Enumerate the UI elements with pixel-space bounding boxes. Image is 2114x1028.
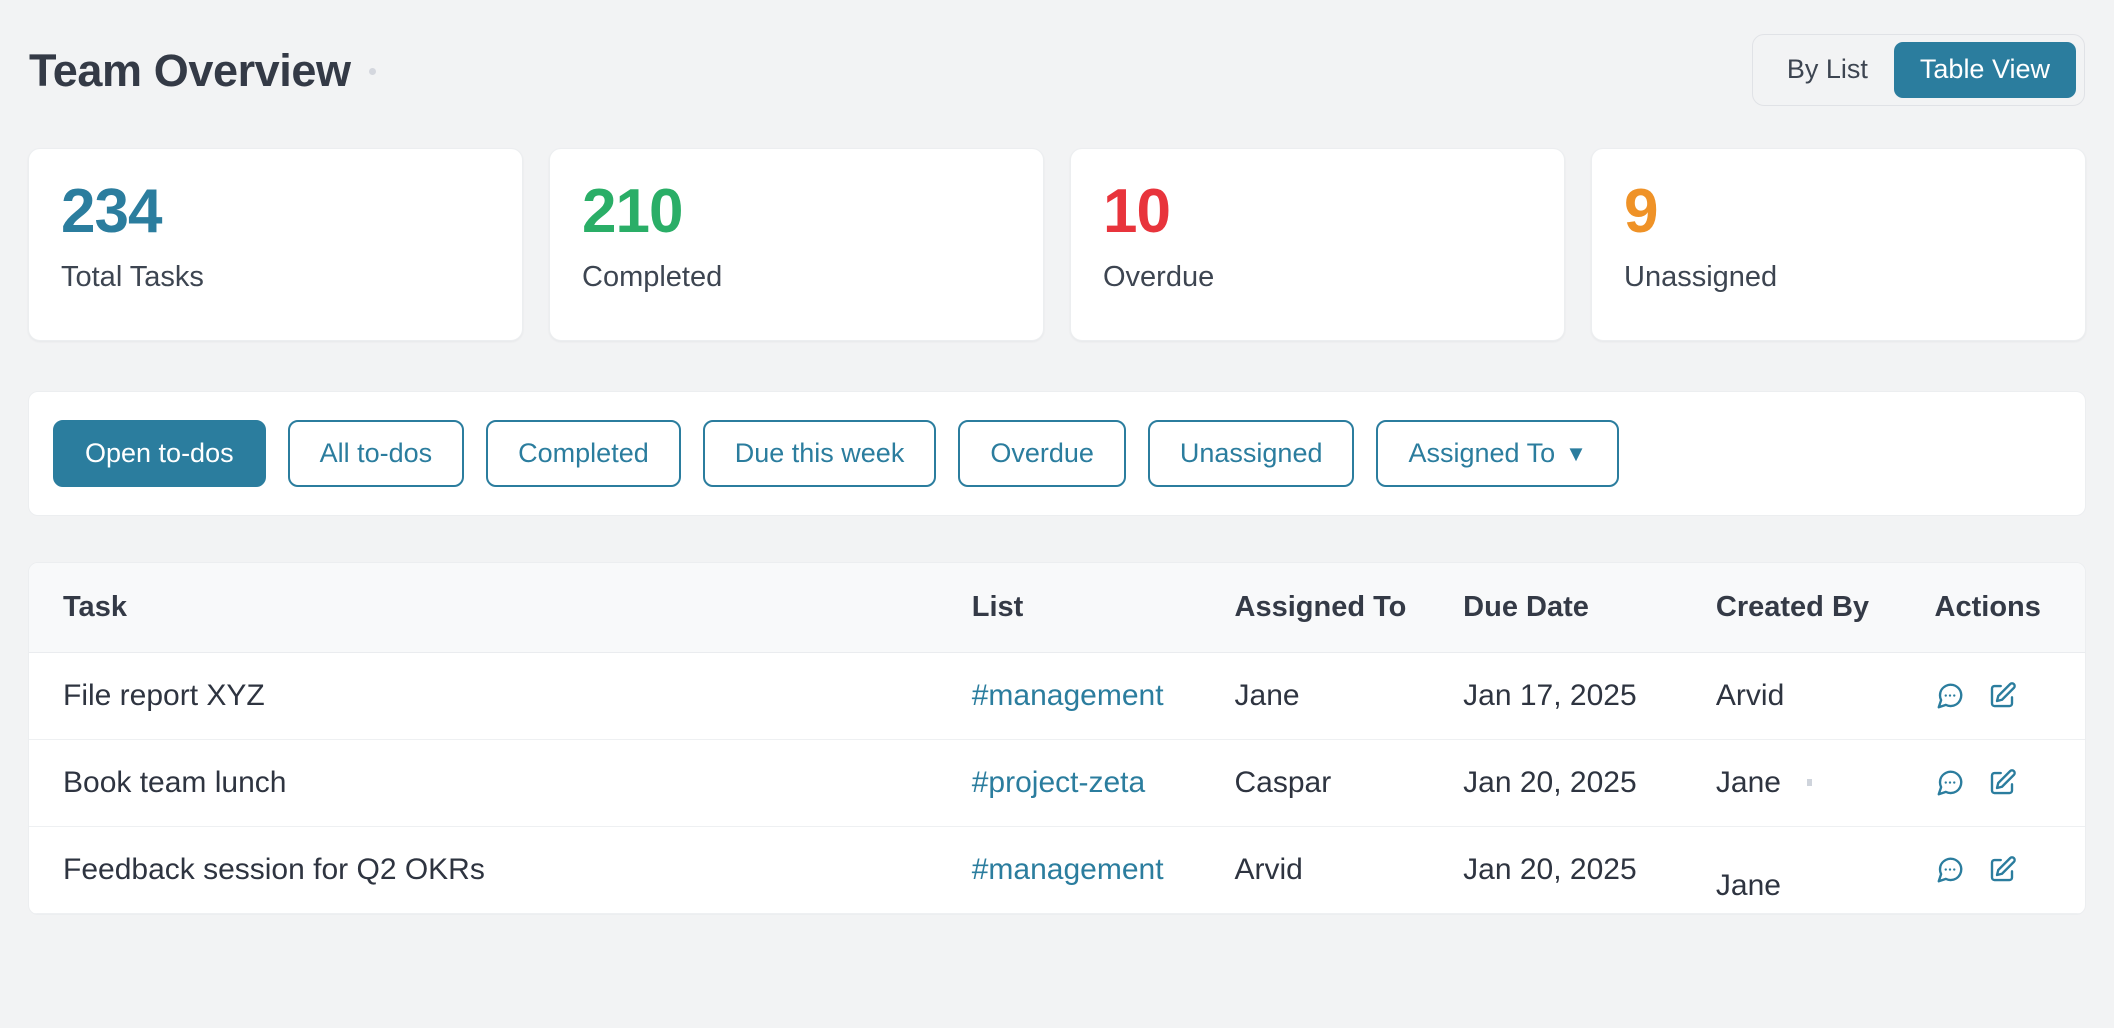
- cell-created-by: Jane: [1715, 826, 1935, 915]
- cell-due-date: Jan 17, 2025: [1463, 652, 1716, 741]
- page-header: Team Overview By List Table View: [28, 0, 2086, 140]
- filter-assigned-to-label: Assigned To: [1408, 438, 1556, 468]
- cell-assigned-to: Jane: [1234, 652, 1464, 741]
- column-header-due-date[interactable]: Due Date: [1463, 563, 1716, 654]
- edit-icon[interactable]: [1987, 681, 2017, 711]
- table-header-row: Task List Assigned To Due Date Created B…: [29, 563, 2085, 654]
- page-title-text: Team Overview: [29, 44, 351, 96]
- list-tag-link[interactable]: #project-zeta: [972, 766, 1145, 799]
- cell-assigned-to: Arvid: [1234, 826, 1464, 915]
- filter-overdue[interactable]: Overdue: [958, 420, 1126, 488]
- stat-label-completed: Completed: [582, 261, 723, 294]
- filter-open-todos[interactable]: Open to-dos: [53, 420, 266, 488]
- chevron-down-icon: ▼: [1565, 441, 1587, 466]
- table-row[interactable]: Feedback session for Q2 OKRs #management…: [29, 826, 2085, 915]
- stat-label-unassigned: Unassigned: [1624, 261, 1778, 294]
- view-toggle-by-list[interactable]: By List: [1761, 42, 1894, 98]
- cell-created-by: Jane: [1715, 739, 1935, 828]
- cell-actions: [1934, 826, 2085, 915]
- stats-row: 234 Total Tasks 210 Completed 10 Overdue…: [28, 148, 2086, 341]
- cell-created-by: Arvid: [1715, 652, 1935, 741]
- stat-value-total-tasks: 234: [61, 177, 162, 246]
- table-row[interactable]: File report XYZ #management Jane Jan 17,…: [29, 652, 2085, 741]
- cell-task: Book team lunch: [29, 739, 972, 828]
- comment-icon[interactable]: [1935, 768, 1965, 798]
- cell-task: Feedback session for Q2 OKRs: [29, 826, 972, 915]
- page-title: Team Overview: [29, 48, 376, 93]
- comment-icon[interactable]: [1935, 681, 1965, 711]
- cell-list: #project-zeta: [971, 739, 1235, 828]
- stat-card-total-tasks: 234 Total Tasks: [28, 148, 523, 341]
- column-header-list[interactable]: List: [971, 563, 1235, 654]
- stat-value-overdue: 10: [1103, 177, 1171, 246]
- edit-icon[interactable]: [1987, 768, 2017, 798]
- cell-actions: [1934, 739, 2085, 828]
- filter-assigned-to-dropdown[interactable]: Assigned To ▼: [1376, 420, 1619, 488]
- stat-value-unassigned: 9: [1624, 177, 1658, 246]
- filter-completed[interactable]: Completed: [486, 420, 681, 488]
- tasks-table-container: Task List Assigned To Due Date Created B…: [28, 562, 2086, 916]
- column-header-created-by[interactable]: Created By: [1715, 563, 1935, 654]
- cell-assigned-to: Caspar: [1234, 739, 1464, 828]
- comment-icon[interactable]: [1935, 855, 1965, 885]
- team-overview-page: Team Overview By List Table View 234 Tot…: [0, 0, 2114, 1028]
- filter-all-todos[interactable]: All to-dos: [287, 420, 465, 488]
- column-header-assigned-to[interactable]: Assigned To: [1234, 563, 1464, 654]
- title-decoration-dot: [368, 68, 376, 76]
- column-header-actions: Actions: [1934, 563, 2085, 654]
- view-toggle-group: By List Table View: [1751, 34, 2085, 106]
- filter-unassigned[interactable]: Unassigned: [1147, 420, 1355, 488]
- view-toggle-table-view[interactable]: Table View: [1893, 42, 2076, 98]
- filter-bar: Open to-dos All to-dos Completed Due thi…: [28, 391, 2086, 517]
- stat-label-total-tasks: Total Tasks: [61, 261, 204, 294]
- column-header-task[interactable]: Task: [29, 563, 972, 654]
- list-tag-link[interactable]: #management: [972, 853, 1164, 886]
- cell-actions: [1934, 652, 2085, 741]
- created-by-value: Jane: [1715, 766, 1781, 800]
- tasks-table-head: Task List Assigned To Due Date Created B…: [29, 563, 2085, 654]
- stat-value-completed: 210: [582, 177, 683, 246]
- cell-due-date: Jan 20, 2025: [1463, 739, 1716, 828]
- cell-due-date: Jan 20, 2025: [1463, 826, 1716, 915]
- created-by-value: Jane: [1715, 869, 1781, 903]
- edit-icon[interactable]: [1987, 855, 2017, 885]
- tasks-table-body: File report XYZ #management Jane Jan 17,…: [29, 652, 2085, 915]
- tasks-table: Task List Assigned To Due Date Created B…: [29, 563, 2085, 915]
- cell-list: #management: [971, 826, 1235, 915]
- created-by-artifact: [1806, 779, 1812, 787]
- list-tag-link[interactable]: #management: [972, 679, 1164, 712]
- table-row[interactable]: Book team lunch #project-zeta Caspar Jan…: [29, 739, 2085, 828]
- cell-task: File report XYZ: [29, 652, 972, 741]
- stat-label-overdue: Overdue: [1103, 261, 1215, 294]
- stat-card-completed: 210 Completed: [549, 148, 1044, 341]
- filter-due-this-week[interactable]: Due this week: [702, 420, 937, 488]
- stat-card-unassigned: 9 Unassigned: [1591, 148, 2086, 341]
- cell-list: #management: [971, 652, 1235, 741]
- stat-card-overdue: 10 Overdue: [1070, 148, 1565, 341]
